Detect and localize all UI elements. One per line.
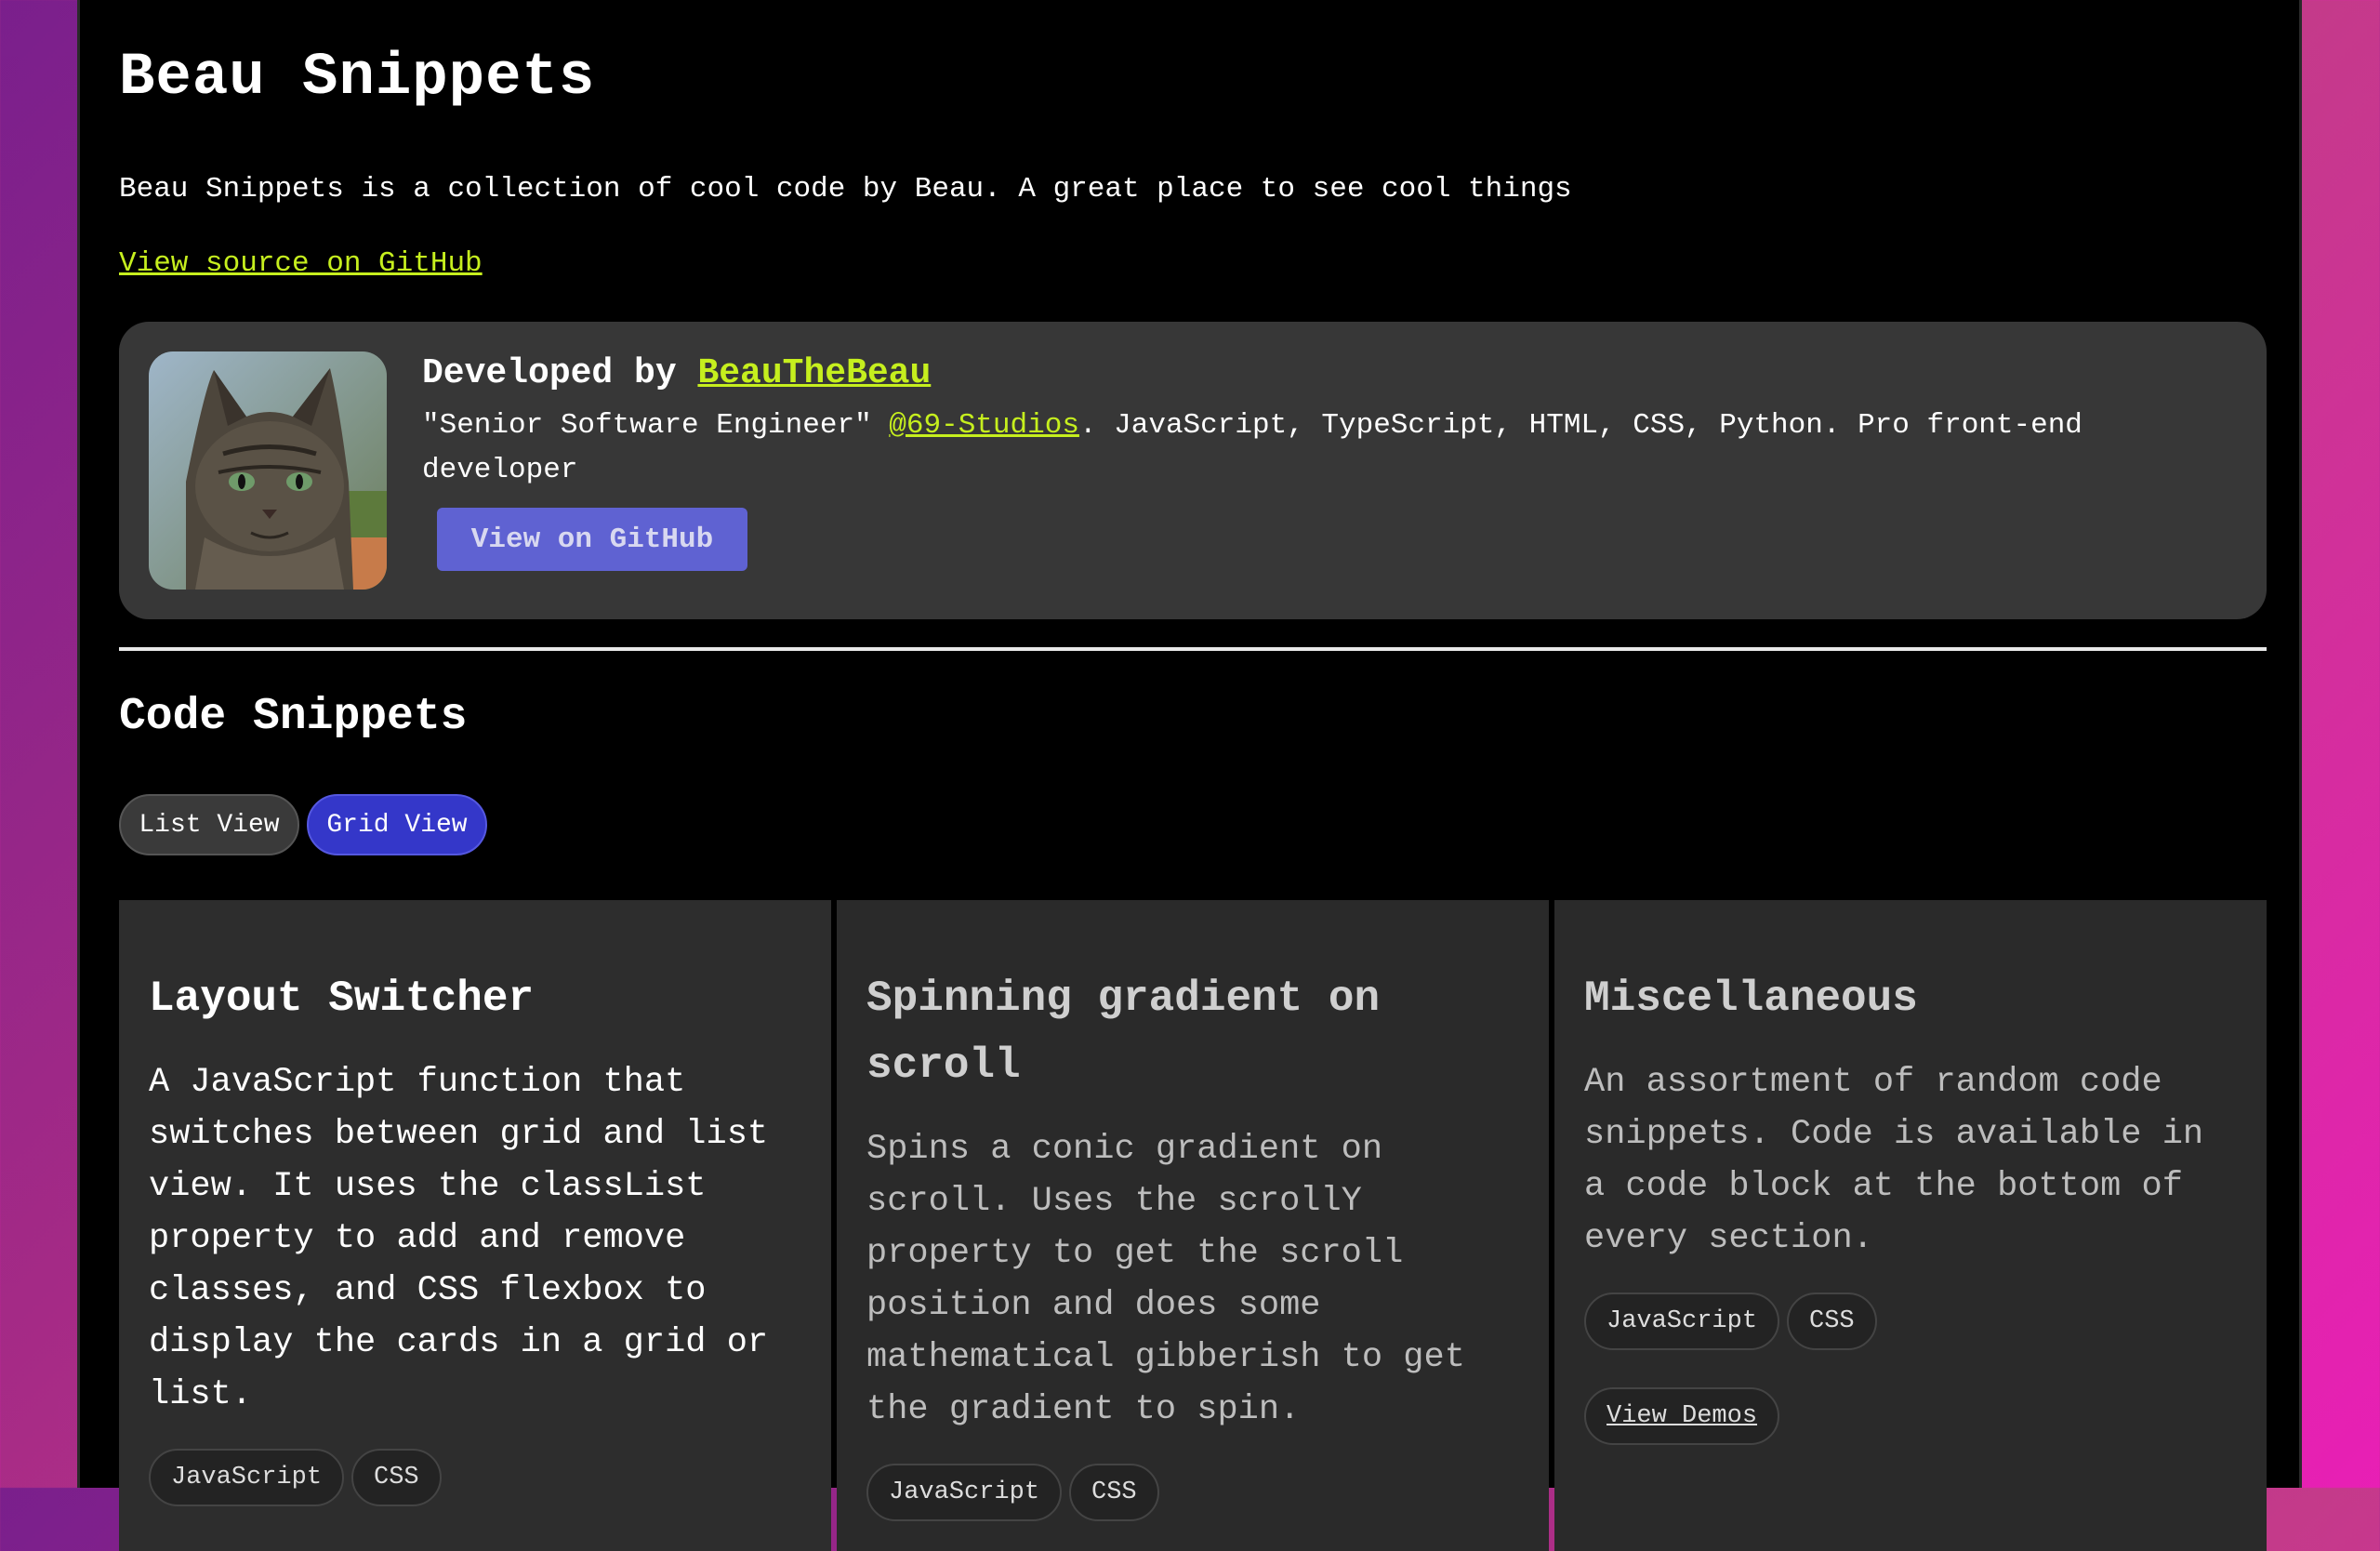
snippet-card[interactable]: Spinning gradient on scroll Spins a coni… xyxy=(837,900,1549,1551)
card-description: Spins a conic gradient on scroll. Uses t… xyxy=(866,1130,1465,1429)
card-description: A JavaScript function that switches betw… xyxy=(149,1063,769,1414)
snippet-card[interactable]: Layout Switcher A JavaScript function th… xyxy=(119,900,831,1551)
list-view-button[interactable]: List View xyxy=(119,794,299,855)
studio-link[interactable]: @69-Studios xyxy=(889,409,1079,442)
bio-start: "Senior Software Engineer" xyxy=(422,409,890,442)
view-demos-button[interactable]: View Demos xyxy=(1584,1387,1780,1445)
section-divider xyxy=(119,647,2267,651)
tag: CSS xyxy=(351,1449,442,1506)
card-title: Layout Switcher xyxy=(149,974,535,1023)
avatar xyxy=(149,351,387,590)
page-title: Beau Snippets xyxy=(119,45,596,112)
tag: JavaScript xyxy=(866,1464,1063,1521)
developer-card: Developed by BeauTheBeau "Senior Softwar… xyxy=(119,322,2267,619)
tag: CSS xyxy=(1069,1464,1159,1521)
card-title: Miscellaneous xyxy=(1584,974,1918,1023)
tag: JavaScript xyxy=(149,1449,345,1506)
snippet-grid: Layout Switcher A JavaScript function th… xyxy=(119,900,2267,1551)
section-title: Code Snippets xyxy=(119,692,468,742)
developer-bio: "Senior Software Engineer" @69-Studios. … xyxy=(422,404,2226,493)
tag: CSS xyxy=(1787,1292,1877,1350)
card-description: An assortment of random code snippets. C… xyxy=(1584,1063,2204,1258)
page-container: Beau Snippets Beau Snippets is a collect… xyxy=(77,0,2302,1551)
developer-prefix: Developed by xyxy=(422,353,698,393)
tag-list: JavaScript CSS xyxy=(866,1464,1519,1521)
snippet-card[interactable]: Miscellaneous An assortment of random co… xyxy=(1554,900,2267,1551)
cat-avatar-icon xyxy=(149,351,387,590)
page-description: Beau Snippets is a collection of cool co… xyxy=(119,173,1572,205)
tag-list: JavaScript CSS xyxy=(149,1449,801,1506)
view-on-github-button[interactable]: View on GitHub xyxy=(437,508,747,571)
grid-view-button[interactable]: Grid View xyxy=(307,794,487,855)
view-source-link[interactable]: View source on GitHub xyxy=(119,247,483,280)
card-title: Spinning gradient on scroll xyxy=(866,974,1381,1090)
developer-title: Developed by BeauTheBeau xyxy=(422,353,931,393)
developer-name-link[interactable]: BeauTheBeau xyxy=(697,353,931,393)
tag-list: JavaScript CSS xyxy=(1584,1292,2237,1350)
tag: JavaScript xyxy=(1584,1292,1780,1350)
